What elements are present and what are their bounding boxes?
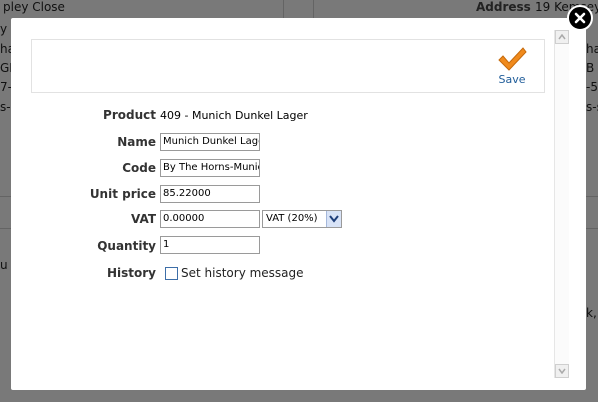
modal-content: Save Product 409 - Munich Dunkel Lager N…	[11, 18, 567, 390]
vat-rate-value: VAT (20%)	[266, 213, 318, 224]
edit-line-modal: Save Product 409 - Munich Dunkel Lager N…	[11, 18, 586, 390]
close-icon	[574, 12, 586, 24]
product-row: Product 409 - Munich Dunkel Lager	[11, 108, 551, 128]
product-label: Product	[103, 108, 156, 122]
vat-label: VAT	[130, 212, 156, 226]
scroll-down-icon[interactable]	[555, 364, 569, 378]
quantity-label: Quantity	[97, 239, 156, 253]
quantity-row: Quantity 1	[11, 236, 551, 256]
quantity-field[interactable]: 1	[160, 236, 260, 254]
history-label: History	[106, 266, 156, 280]
history-row: History Set history message	[11, 266, 551, 286]
scroll-up-icon[interactable]	[555, 30, 569, 44]
close-button[interactable]	[567, 5, 593, 31]
vertical-scrollbar[interactable]	[554, 30, 569, 378]
save-label: Save	[498, 73, 526, 86]
chevron-down-icon	[326, 211, 341, 227]
code-row: Code By The Horns-Munich	[11, 159, 551, 179]
vat-field[interactable]: 0.00000	[160, 210, 260, 228]
checkmark-icon	[498, 47, 527, 71]
unit-price-label: Unit price	[89, 187, 156, 201]
save-button[interactable]: Save	[494, 46, 530, 88]
history-checkbox-label[interactable]: Set history message	[181, 266, 304, 280]
vat-row: VAT 0.00000 VAT (20%)	[11, 210, 551, 230]
code-field[interactable]: By The Horns-Munich	[160, 159, 260, 177]
unit-price-field[interactable]: 85.22000	[160, 185, 260, 203]
name-field[interactable]: Munich Dunkel Lager	[160, 133, 260, 151]
name-row: Name Munich Dunkel Lager	[11, 133, 551, 153]
code-label: Code	[122, 161, 156, 175]
modal-toolbar: Save	[31, 39, 545, 93]
product-value: 409 - Munich Dunkel Lager	[160, 109, 308, 122]
history-checkbox[interactable]	[165, 267, 178, 280]
name-label: Name	[117, 135, 156, 149]
vat-rate-select[interactable]: VAT (20%)	[262, 210, 342, 228]
unit-price-row: Unit price 85.22000	[11, 185, 551, 205]
